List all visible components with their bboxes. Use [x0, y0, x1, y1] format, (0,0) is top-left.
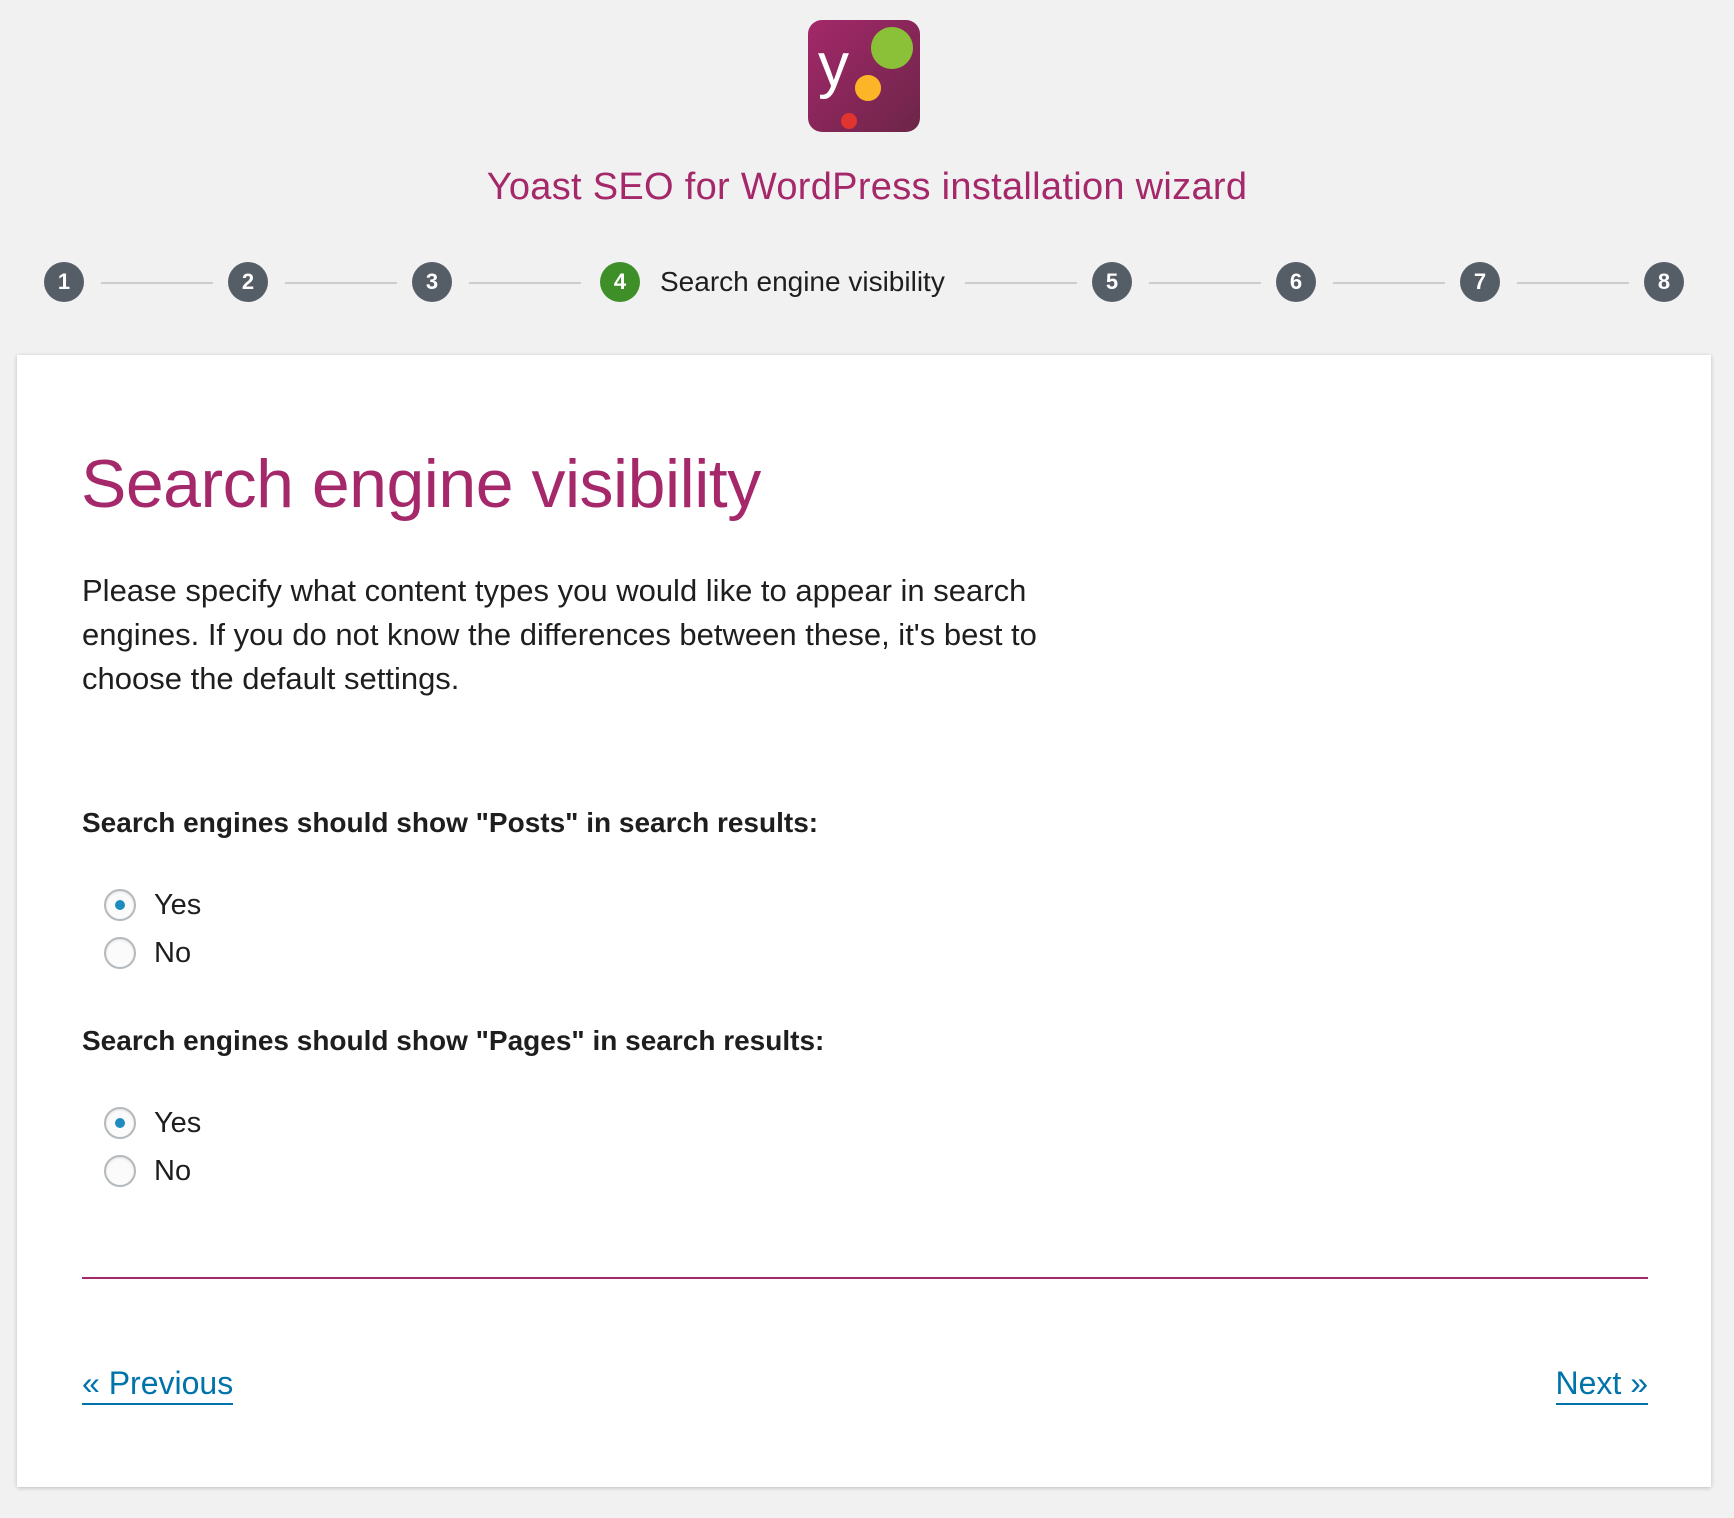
progress-stepper: 1 2 3 4 Search engine visibility 5 6 7 8: [0, 262, 1734, 302]
pages-yes-radio[interactable]: [104, 1107, 136, 1139]
pages-question-label: Search engines should show "Pages" in se…: [82, 1025, 825, 1056]
posts-yes-radio-option[interactable]: Yes: [104, 887, 201, 923]
step-connector: [965, 282, 1077, 284]
step-connector: [1149, 282, 1261, 284]
wizard-card: Search engine visibility Please specify …: [17, 355, 1711, 1487]
posts-question-label: Search engines should show "Posts" in se…: [82, 807, 819, 838]
step-7[interactable]: 7: [1460, 262, 1500, 302]
step-connector: [469, 282, 581, 284]
radio-label: Yes: [154, 888, 202, 921]
step-8[interactable]: 8: [1644, 262, 1684, 302]
next-button[interactable]: Next »: [1555, 1363, 1648, 1405]
step-5[interactable]: 5: [1092, 262, 1132, 302]
step-6[interactable]: 6: [1276, 262, 1316, 302]
previous-button[interactable]: « Previous: [82, 1363, 234, 1405]
posts-yes-radio[interactable]: [104, 889, 136, 921]
yoast-logo-icon: y: [808, 20, 920, 132]
pages-no-radio[interactable]: [104, 1155, 136, 1187]
radio-label: No: [154, 1154, 192, 1187]
step-2[interactable]: 2: [228, 262, 268, 302]
step-3[interactable]: 3: [412, 262, 452, 302]
step-4-active[interactable]: 4: [600, 262, 640, 302]
pages-yes-radio-option[interactable]: Yes: [104, 1105, 201, 1141]
page-title: Search engine visibility: [81, 446, 761, 522]
posts-no-radio[interactable]: [104, 937, 136, 969]
step-connector: [1517, 282, 1629, 284]
pages-no-radio-option[interactable]: No: [104, 1153, 191, 1189]
active-step-label: Search engine visibility: [660, 266, 945, 297]
intro-text: Please specify what content types you wo…: [82, 573, 1037, 696]
footer-divider: [82, 1277, 1648, 1279]
radio-label: No: [154, 936, 192, 969]
wizard-title: Yoast SEO for WordPress installation wiz…: [486, 166, 1248, 208]
wizard-header: y Yoast SEO for WordPress installation w…: [0, 0, 1734, 355]
svg-text:y: y: [818, 31, 849, 100]
posts-no-radio-option[interactable]: No: [104, 935, 191, 971]
radio-label: Yes: [154, 1106, 202, 1139]
step-connector: [285, 282, 397, 284]
step-1[interactable]: 1: [44, 262, 84, 302]
step-connector: [101, 282, 213, 284]
step-connector: [1333, 282, 1445, 284]
